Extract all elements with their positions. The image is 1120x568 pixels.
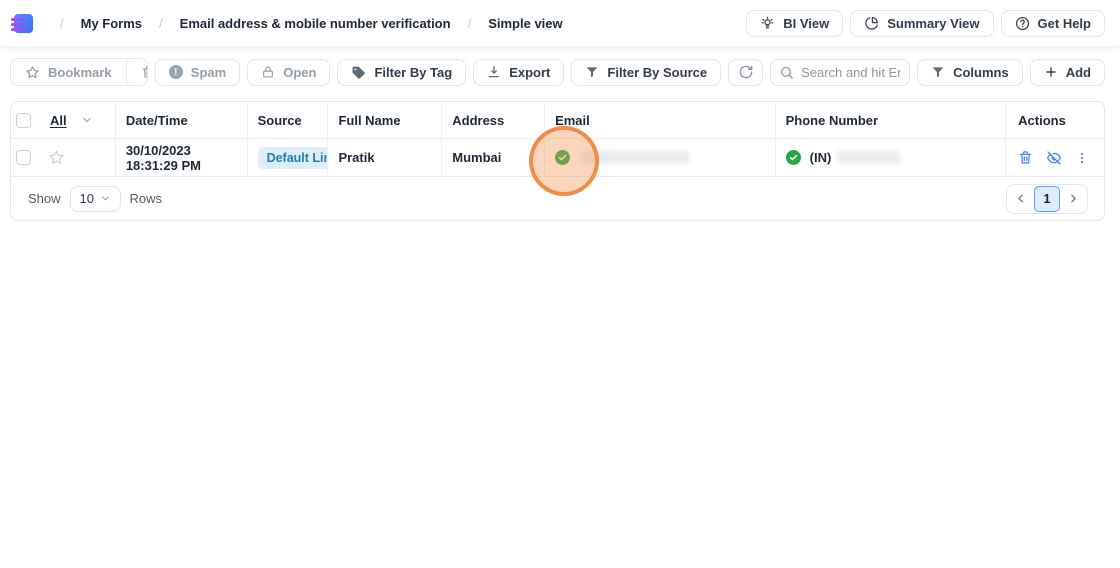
- email-verified-check-icon: [555, 150, 570, 165]
- more-vertical-icon[interactable]: [1075, 151, 1089, 165]
- tag-icon: [351, 65, 366, 80]
- logo-bar: [11, 28, 25, 31]
- refresh-button[interactable]: [728, 59, 763, 86]
- row-checkbox[interactable]: [16, 150, 31, 165]
- breadcrumb-separator: /: [159, 16, 163, 31]
- screen: / My Forms / Email address & mobile numb…: [0, 0, 1120, 568]
- row-phone-cell: (IN): [776, 139, 1007, 176]
- column-header-source: Source: [248, 102, 329, 138]
- row-actions-cell: [1006, 139, 1104, 176]
- get-help-button[interactable]: Get Help: [1001, 10, 1105, 37]
- refresh-icon: [738, 64, 754, 80]
- app-logo-icon[interactable]: [11, 13, 33, 34]
- funnel-icon: [585, 65, 599, 79]
- column-header-actions: Actions: [1006, 102, 1104, 138]
- selection-actions-group: Bookmark Delete Unseen: [10, 58, 148, 86]
- pie-chart-icon: [864, 16, 879, 31]
- row-email-cell: [545, 139, 776, 176]
- bookmark-button[interactable]: Bookmark: [11, 59, 127, 85]
- export-label: Export: [509, 65, 550, 80]
- search-icon: [779, 65, 794, 80]
- add-label: Add: [1066, 65, 1091, 80]
- export-icon: [487, 65, 501, 79]
- star-icon[interactable]: [48, 149, 65, 166]
- chevron-down-icon: [100, 193, 111, 204]
- rows-per-page-select[interactable]: 10: [70, 186, 121, 212]
- column-header-datetime: Date/Time: [116, 102, 248, 138]
- plus-icon: [1044, 65, 1058, 79]
- open-label: Open: [283, 65, 316, 80]
- get-help-label: Get Help: [1038, 16, 1091, 31]
- submissions-table: All Date/Time Source Full Name Address E…: [10, 101, 1105, 221]
- breadcrumb-simple-view[interactable]: Simple view: [488, 16, 562, 31]
- trash-icon: [141, 65, 148, 79]
- mark-unseen-row-icon[interactable]: [1046, 150, 1062, 166]
- chevron-down-icon[interactable]: [81, 114, 93, 126]
- summary-view-button[interactable]: Summary View: [850, 10, 993, 37]
- logo-bar: [11, 23, 25, 26]
- open-button[interactable]: Open: [247, 59, 330, 86]
- select-all-cell: All: [11, 102, 116, 138]
- phone-country-code: (IN): [810, 150, 832, 165]
- row-datetime: 30/10/2023 18:31:29 PM: [116, 139, 248, 176]
- bi-view-button[interactable]: BI View: [746, 10, 843, 37]
- column-header-phone: Phone Number: [776, 102, 1007, 138]
- column-header-email: Email: [545, 102, 776, 138]
- delete-button[interactable]: Delete: [127, 59, 148, 85]
- export-button[interactable]: Export: [473, 59, 564, 86]
- star-icon: [25, 65, 40, 80]
- breadcrumb-separator: /: [468, 16, 472, 31]
- row-full-name: Pratik: [328, 139, 442, 176]
- select-all-dropdown-label[interactable]: All: [50, 113, 67, 128]
- row-select-cell: [11, 139, 116, 176]
- column-header-address: Address: [442, 102, 545, 138]
- filter-by-tag-label: Filter By Tag: [374, 65, 452, 80]
- alert-icon: !: [169, 65, 183, 79]
- breadcrumb-separator: /: [60, 16, 64, 31]
- toolbar-right-cluster: Columns Add: [728, 59, 1105, 86]
- bookmark-label: Bookmark: [48, 65, 112, 80]
- chevron-right-icon[interactable]: [1067, 192, 1080, 205]
- search-box: [770, 59, 910, 86]
- filter-by-tag-button[interactable]: Filter By Tag: [337, 59, 466, 86]
- logo-bar: [11, 18, 25, 21]
- columns-button[interactable]: Columns: [917, 59, 1023, 86]
- column-header-full-name: Full Name: [328, 102, 442, 138]
- phone-verified-check-icon: [786, 150, 801, 165]
- page-number-button[interactable]: 1: [1034, 186, 1060, 212]
- spam-button[interactable]: ! Spam: [155, 59, 240, 86]
- table-header-row: All Date/Time Source Full Name Address E…: [11, 102, 1104, 139]
- select-all-checkbox[interactable]: [16, 113, 31, 128]
- top-bar: / My Forms / Email address & mobile numb…: [0, 0, 1120, 46]
- add-button[interactable]: Add: [1030, 59, 1105, 86]
- bi-view-label: BI View: [783, 16, 829, 31]
- rows-label: Rows: [130, 191, 163, 206]
- topbar-actions: BI View Summary View Get Help: [746, 10, 1105, 37]
- row-address: Mumbai: [442, 139, 545, 176]
- redacted-email-value: [582, 151, 690, 164]
- summary-view-label: Summary View: [887, 16, 979, 31]
- table-row: 30/10/2023 18:31:29 PM Default Link Prat…: [11, 139, 1104, 177]
- row-source-cell: Default Link: [248, 139, 329, 176]
- columns-funnel-icon: [931, 65, 945, 79]
- pagination: 1: [1006, 184, 1088, 214]
- breadcrumb-form-name[interactable]: Email address & mobile number verificati…: [180, 16, 451, 31]
- rows-per-page-value: 10: [80, 191, 94, 206]
- delete-row-icon[interactable]: [1018, 150, 1033, 165]
- filter-by-source-label: Filter By Source: [607, 65, 707, 80]
- bulb-icon: [760, 16, 775, 31]
- breadcrumb: / My Forms / Email address & mobile numb…: [60, 16, 563, 31]
- source-tag-chip[interactable]: Default Link: [258, 147, 329, 169]
- columns-label: Columns: [953, 65, 1009, 80]
- toolbar: Bookmark Delete Unseen !: [10, 58, 1105, 86]
- show-label: Show: [28, 191, 61, 206]
- breadcrumb-my-forms[interactable]: My Forms: [81, 16, 142, 31]
- spam-label: Spam: [191, 65, 226, 80]
- filter-by-source-button[interactable]: Filter By Source: [571, 59, 721, 86]
- chevron-left-icon[interactable]: [1014, 192, 1027, 205]
- table-footer: Show 10 Rows 1: [11, 177, 1104, 220]
- lock-icon: [261, 65, 275, 79]
- help-circle-icon: [1015, 16, 1030, 31]
- redacted-phone-value: [837, 151, 901, 164]
